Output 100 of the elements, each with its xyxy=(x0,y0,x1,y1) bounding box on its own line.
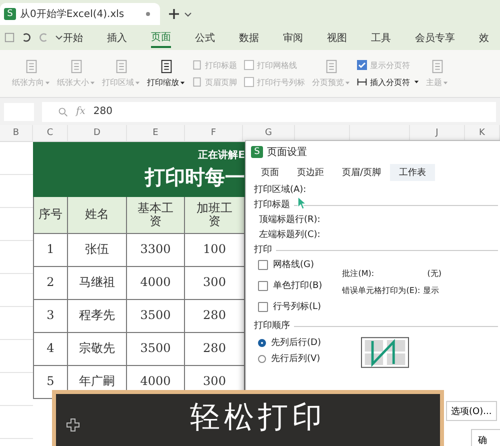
dialog-tab[interactable]: 页面 xyxy=(252,164,288,180)
caret-icon xyxy=(414,80,419,84)
menu-tab[interactable]: 公式 xyxy=(195,28,215,46)
zoom-icon[interactable] xyxy=(58,106,68,116)
caret-icon[interactable] xyxy=(55,35,63,40)
formula-value: 280 xyxy=(93,106,112,117)
column-header[interactable]: B xyxy=(12,128,20,138)
column-header[interactable]: C xyxy=(46,128,54,138)
table-cell: 4000 xyxy=(140,375,171,389)
checkbox[interactable] xyxy=(357,60,367,70)
table-cell: 1 xyxy=(46,243,54,257)
options-button[interactable]: 选项(O)... xyxy=(446,401,497,421)
checkbox-label: 行号列标(L) xyxy=(273,301,322,313)
field-label: 左端标题列(C): xyxy=(258,229,322,241)
page-icon xyxy=(324,59,338,74)
column-heading: 基本工资 xyxy=(127,197,185,234)
ribbon-button[interactable]: 打印缩放 xyxy=(147,59,185,88)
menu-tab[interactable]: 效 xyxy=(479,28,489,46)
checkbox[interactable] xyxy=(258,302,268,312)
banner-subtitle: 正在讲解E xyxy=(198,148,245,162)
field-label: 错误单元格打印为(E): xyxy=(342,285,420,296)
field-label: 顶端标题行(R): xyxy=(258,214,322,226)
table-cell: 4 xyxy=(46,342,54,356)
table-cell: 马继祖 xyxy=(79,276,115,290)
table-cell: 300 xyxy=(203,375,226,389)
checkbox-label: 网格线(G) xyxy=(273,259,314,271)
radio-label: 先列后行(D) xyxy=(271,337,321,349)
table-cell: 3500 xyxy=(140,309,171,323)
table-cell: 280 xyxy=(203,309,226,323)
ok-button[interactable]: 确 xyxy=(471,429,500,446)
column-header[interactable]: E xyxy=(152,128,158,138)
page-order-preview-icon xyxy=(360,337,409,368)
redo-icon[interactable] xyxy=(38,32,49,43)
table-cell: 张伍 xyxy=(85,243,109,257)
table-cell: 5 xyxy=(46,375,54,389)
radio-button[interactable] xyxy=(258,339,266,347)
plus-icon xyxy=(66,418,80,432)
table-cell: 宗敬先 xyxy=(79,342,115,356)
menu-tab[interactable]: 会员专享 xyxy=(415,28,455,46)
menu-tab[interactable]: 页面 xyxy=(151,28,171,48)
page-icon xyxy=(158,59,174,74)
caret-icon xyxy=(90,80,95,84)
checkbox[interactable] xyxy=(258,281,268,291)
dialog-tab[interactable]: 工作表 xyxy=(390,164,436,180)
ribbon-button[interactable]: 插入分页符 xyxy=(357,76,419,88)
caret-icon xyxy=(135,80,140,84)
page-icon xyxy=(430,59,444,74)
table-cell: 3300 xyxy=(140,243,171,257)
formula-field[interactable]: fx 280 xyxy=(42,102,496,122)
dialog-title: 页面设置 xyxy=(267,146,307,159)
dropdown-value[interactable]: (无) xyxy=(427,268,442,279)
table-cell: 100 xyxy=(203,243,226,257)
section-heading: 打印标题 xyxy=(254,199,290,211)
dialog-tab[interactable]: 页边距 xyxy=(288,164,333,180)
column-header[interactable]: F xyxy=(210,128,216,138)
undo-icon[interactable] xyxy=(21,32,32,43)
table-cell: 程孝先 xyxy=(79,309,115,323)
checkbox-label: 单色打印(B) xyxy=(273,280,322,292)
menu-tab[interactable]: 视图 xyxy=(327,28,347,46)
table-cell: 2 xyxy=(46,276,54,290)
checkbox-label: 打印网格线 xyxy=(257,60,297,70)
menu-tab[interactable]: 工具 xyxy=(371,28,391,46)
column-header[interactable]: G xyxy=(265,128,272,138)
column-header[interactable]: J xyxy=(436,128,438,138)
checkbox[interactable] xyxy=(244,77,254,87)
app-logo: S xyxy=(251,146,263,158)
caret-icon xyxy=(180,80,185,84)
caption-text: 轻松打印 xyxy=(190,400,326,436)
caret-icon xyxy=(345,80,350,84)
app-logo: S xyxy=(4,8,16,20)
page-icon xyxy=(114,59,128,74)
column-heading: 序号 xyxy=(33,197,68,234)
caret-icon[interactable] xyxy=(184,12,192,17)
checkbox-label: 显示分页符 xyxy=(370,60,410,70)
file-tab[interactable]: S 从0开始学Excel(4).xls xyxy=(0,3,160,25)
dialog-tab[interactable]: 页眉/页脚 xyxy=(333,164,390,180)
banner-title: 打印时每一 xyxy=(145,164,245,191)
field-label: 批注(M): xyxy=(342,268,376,279)
section-heading: 打印顺序 xyxy=(254,320,290,332)
column-header[interactable]: D xyxy=(94,128,100,138)
radio-label: 先行后列(V) xyxy=(271,353,320,365)
page-icon xyxy=(68,59,84,74)
file-name: 从0开始学Excel(4).xls xyxy=(20,8,124,21)
checkbox[interactable] xyxy=(258,260,268,270)
menu-tab[interactable]: 开始 xyxy=(63,28,83,46)
dropdown-value[interactable]: 显示 xyxy=(423,285,440,296)
caret-icon xyxy=(45,80,50,84)
column-header[interactable]: K xyxy=(479,128,485,138)
table-cell: 3 xyxy=(46,309,54,323)
radio-button[interactable] xyxy=(258,355,266,363)
menu-tab[interactable]: 数据 xyxy=(239,28,259,46)
table-cell: 4000 xyxy=(140,276,171,290)
table-cell: 280 xyxy=(203,342,226,356)
checkbox[interactable] xyxy=(244,60,254,70)
new-tab-icon[interactable] xyxy=(168,8,180,20)
menu-tab[interactable]: 插入 xyxy=(107,28,127,46)
section-heading: 打印 xyxy=(254,244,272,256)
menu-tab[interactable]: 审阅 xyxy=(283,28,303,46)
page-break-icon xyxy=(357,77,367,87)
table-cell: 3500 xyxy=(140,342,171,356)
